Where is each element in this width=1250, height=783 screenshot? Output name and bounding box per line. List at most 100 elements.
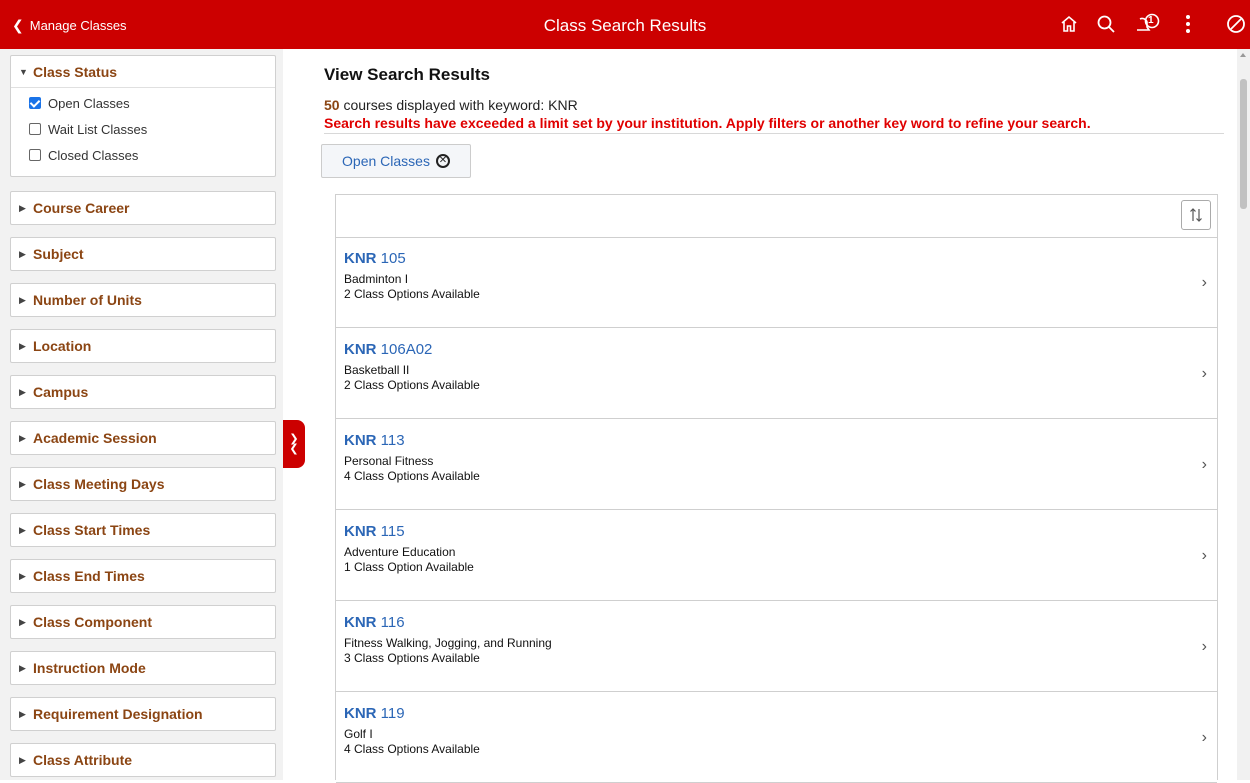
caret-right-icon: ▶ [19,754,26,765]
caret-right-icon: ▶ [19,478,26,489]
filter-panel: ▼ Class Status Open Classes Wait List Cl… [0,49,283,780]
chevron-right-icon: › [1201,274,1207,291]
scroll-up-icon[interactable] [1240,53,1246,57]
page-scrollbar[interactable] [1237,49,1250,780]
course-subject: KNR [344,432,377,449]
course-title: Fitness Walking, Jogging, and Running [344,636,552,650]
wait-list-classes-checkbox[interactable]: Wait List Classes [11,116,275,142]
facet-course-career[interactable]: ▶ Course Career [10,191,276,225]
remove-filter-icon[interactable]: ✕ [435,154,450,168]
facet-subject[interactable]: ▶ Subject [10,237,276,271]
course-title: Adventure Education [344,545,456,559]
notifications-icon[interactable]: 1 [1133,12,1163,36]
chevron-left-icon: ❮ [12,16,24,33]
facet-instruction-mode[interactable]: ▶ Instruction Mode [10,651,276,685]
facet-academic-session[interactable]: ▶ Academic Session [10,421,276,455]
facet-campus[interactable]: ▶ Campus [10,375,276,409]
facet-label: Class Component [33,614,153,630]
checkbox-unchecked-icon [29,123,41,135]
checkbox-label: Closed Classes [48,147,139,163]
facet-class-start-times[interactable]: ▶ Class Start Times [10,513,276,547]
course-code: KNR 105 [344,250,406,267]
facet-requirement-designation[interactable]: ▶ Requirement Designation [10,697,276,731]
caret-right-icon: ▶ [19,432,26,443]
chip-label: Open Classes [342,153,430,169]
course-title: Badminton I [344,272,409,286]
facet-label: Number of Units [33,292,142,308]
class-options: 3 Class Options Available [344,651,480,665]
app-header: ❮ Manage Classes Class Search Results 1 [0,0,1250,49]
result-row[interactable]: KNR 119 Golf I 4 Class Options Available… [336,693,1217,783]
course-code: KNR 115 [344,523,405,540]
results-count: 50 courses displayed with keyword: KNR [324,97,578,113]
facet-number-of-units[interactable]: ▶ Number of Units [10,283,276,317]
notification-count: 1 [1148,15,1154,26]
course-subject: KNR [344,250,377,267]
checkbox-label: Wait List Classes [48,121,148,137]
course-subject: KNR [344,705,377,722]
class-options: 2 Class Options Available [344,287,480,301]
active-filter-chip[interactable]: Open Classes ✕ [321,144,471,178]
sort-icon [1190,208,1202,222]
caret-down-icon: ▼ [19,66,28,77]
chevron-right-icon: › [1201,547,1207,564]
caret-right-icon: ▶ [19,524,26,535]
facet-label: Campus [33,384,89,400]
course-title: Basketball II [344,363,410,377]
course-number: 113 [376,432,405,449]
class-options: 4 Class Options Available [344,742,480,756]
chevron-right-icon: › [1201,729,1207,746]
open-classes-checkbox[interactable]: Open Classes [11,90,275,116]
result-row[interactable]: KNR 105 Badminton I 2 Class Options Avai… [336,238,1217,328]
class-options: 1 Class Option Available [344,560,474,574]
results-heading: View Search Results [324,65,490,84]
facet-label: Class Meeting Days [33,476,165,492]
facet-class-attribute[interactable]: ▶ Class Attribute [10,743,276,777]
course-code: KNR 106A02 [344,341,432,358]
facet-location[interactable]: ▶ Location [10,329,276,363]
checkbox-unchecked-icon [29,149,41,161]
course-number: 119 [376,705,405,722]
facet-class-meeting-days[interactable]: ▶ Class Meeting Days [10,467,276,501]
chevron-right-icon: › [1201,638,1207,655]
sort-button[interactable] [1181,200,1211,230]
course-title: Personal Fitness [344,454,434,468]
result-row[interactable]: KNR 116 Fitness Walking, Jogging, and Ru… [336,602,1217,692]
course-count: 50 [324,97,340,113]
closed-classes-checkbox[interactable]: Closed Classes [11,142,275,168]
course-number: 116 [376,614,405,631]
course-subject: KNR [344,614,377,631]
result-row[interactable]: KNR 115 Adventure Education 1 Class Opti… [336,511,1217,601]
course-subject: KNR [344,341,377,358]
caret-right-icon: ▶ [19,248,26,259]
scroll-thumb[interactable] [1240,79,1247,209]
class-status-header[interactable]: ▼ Class Status [11,56,275,88]
search-icon[interactable] [1094,12,1118,36]
back-button-label: Manage Classes [29,17,127,33]
caret-right-icon: ▶ [19,662,26,673]
facet-label: Subject [33,246,84,262]
home-icon[interactable] [1057,12,1081,36]
class-status-facet: ▼ Class Status Open Classes Wait List Cl… [10,55,276,177]
more-icon[interactable] [1176,12,1200,36]
checkbox-label: Open Classes [48,95,130,111]
back-button[interactable]: ❮ Manage Classes [12,15,127,35]
results-list: KNR 105 Badminton I 2 Class Options Avai… [335,194,1218,783]
course-code: KNR 113 [344,432,405,449]
course-title: Golf I [344,727,373,741]
chevron-right-icon: › [1201,456,1207,473]
facet-class-component[interactable]: ▶ Class Component [10,605,276,639]
facet-class-end-times[interactable]: ▶ Class End Times [10,559,276,593]
caret-right-icon: ▶ [19,340,26,351]
result-row[interactable]: KNR 113 Personal Fitness 4 Class Options… [336,420,1217,510]
result-row[interactable]: KNR 106A02 Basketball II 2 Class Options… [336,329,1217,419]
caret-right-icon: ▶ [19,386,26,397]
facet-label: Class Start Times [33,522,151,538]
collapse-panel-button[interactable]: ❯ ❮ [283,420,305,468]
navbar-icon[interactable] [1224,12,1248,36]
checkbox-checked-icon [29,97,41,109]
course-number: 115 [376,523,405,540]
facet-label: Requirement Designation [33,706,203,722]
count-text: courses displayed with keyword: KNR [339,97,578,113]
caret-right-icon: ▶ [19,616,26,627]
